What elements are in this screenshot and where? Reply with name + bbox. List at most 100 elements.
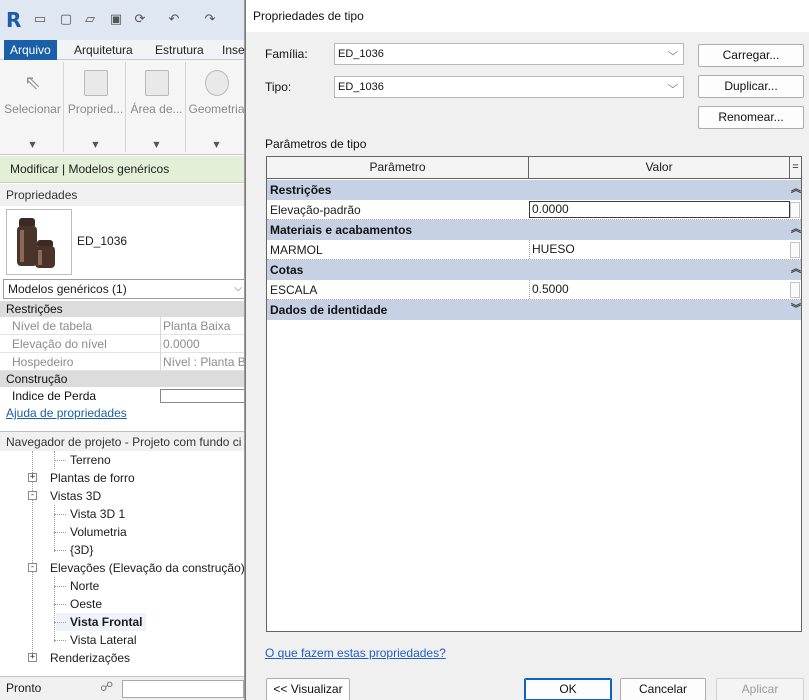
tab-arquivo[interactable]: Arquivo xyxy=(4,40,57,60)
geometry-icon xyxy=(204,70,229,96)
instance-filter-dropdown[interactable]: Modelos genéricos (1) ⌵ xyxy=(3,279,244,299)
duplicate-button[interactable]: Duplicar... xyxy=(698,75,804,98)
tree-item[interactable]: Norte xyxy=(54,577,99,595)
tree-item[interactable]: Volumetria xyxy=(54,523,127,541)
type-name: ED_1036 xyxy=(77,234,128,248)
formula-button[interactable] xyxy=(790,242,800,258)
redo-icon[interactable]: ↷ xyxy=(202,12,218,28)
rename-button[interactable]: Renomear... xyxy=(698,106,804,129)
parameter-name: Elevação-padrão xyxy=(270,203,361,217)
undo-icon[interactable]: ↶ xyxy=(166,12,182,28)
collapse-icon[interactable]: - xyxy=(28,563,37,572)
type-label: Tipo: xyxy=(265,80,292,94)
ok-button[interactable]: OK xyxy=(524,678,612,700)
category-restricoes[interactable]: Restrições xyxy=(0,301,244,317)
parameter-value-input[interactable]: 0.0000 xyxy=(529,201,790,218)
tree-item[interactable]: Vista 3D 1 xyxy=(54,505,125,523)
cancel-button[interactable]: Cancelar xyxy=(620,678,706,700)
revit-logo[interactable]: R xyxy=(6,9,21,31)
tree-item-selected[interactable]: Vista Frontal xyxy=(54,613,147,631)
property-row: Elevação do nível 0.0000 xyxy=(0,335,244,353)
type-dropdown[interactable]: ED_1036 ⌵ xyxy=(334,76,684,98)
context-bar: Modificar | Modelos genéricos xyxy=(0,156,244,183)
dialog-titlebar[interactable]: Propriedades de tipo xyxy=(246,0,809,32)
property-row[interactable]: Indice de Perda xyxy=(0,387,244,403)
chevron-down-icon: ▼ xyxy=(213,140,220,149)
formula-button[interactable] xyxy=(790,202,800,218)
tree-item[interactable]: {3D} xyxy=(54,541,93,559)
parameter-row: ESCALA 0.5000 xyxy=(267,280,801,300)
column-header-value[interactable]: Valor xyxy=(529,157,790,179)
tree-item[interactable]: - Elevações (Elevação da construção) xyxy=(27,559,244,577)
category-dados-identidade[interactable]: Dados de identidade ︾ xyxy=(267,300,801,320)
select-button[interactable]: ⇖ Selecionar ▼ xyxy=(2,62,64,152)
properties-icon xyxy=(83,70,108,96)
quick-access-toolbar: R ▭ ▢ ▱ ▣ ⟳ ↶ ↷ xyxy=(0,0,244,40)
type-properties-dialog: Propriedades de tipo Família: ED_1036 ⌵ … xyxy=(245,0,809,700)
what-do-these-properties-do-link[interactable]: O que fazem estas propriedades? xyxy=(265,646,446,660)
sync-icon[interactable]: ⟳ xyxy=(132,12,148,28)
tree-item[interactable]: Terreno xyxy=(54,451,111,469)
expand-icon[interactable]: + xyxy=(28,473,37,482)
type-selector[interactable]: ED_1036 xyxy=(0,206,244,278)
family-thumbnail xyxy=(6,209,72,275)
family-dropdown[interactable]: ED_1036 ⌵ xyxy=(334,43,684,65)
status-text: Pronto xyxy=(6,681,42,695)
tree-connector xyxy=(54,505,55,552)
collapse-icon[interactable]: ︽ xyxy=(791,180,801,200)
tree-item[interactable]: + Plantas de forro xyxy=(27,469,135,487)
category-materiais[interactable]: Materiais e acabamentos ︽ xyxy=(267,220,801,240)
collapse-icon[interactable]: ︽ xyxy=(791,260,801,280)
tab-arquitetura[interactable]: Arquitetura xyxy=(68,40,139,60)
tree-item[interactable]: Vista Lateral xyxy=(54,631,137,649)
load-button[interactable]: Carregar... xyxy=(698,44,804,67)
ribbon-panel: ⇖ Selecionar ▼ Propried... ▼ Área de... … xyxy=(0,60,244,155)
clipboard-button[interactable]: Área de... ▼ xyxy=(128,62,186,152)
properties-button[interactable]: Propried... ▼ xyxy=(66,62,126,152)
geometry-button[interactable]: Geometria ▼ xyxy=(188,62,244,152)
tree-item[interactable]: Oeste xyxy=(54,595,102,613)
parameter-row: Elevação-padrão 0.0000 xyxy=(267,200,801,220)
expand-icon[interactable]: + xyxy=(28,653,37,662)
property-value-field[interactable] xyxy=(160,389,244,403)
folder-icon[interactable]: ▱ xyxy=(82,12,98,28)
category-construcao[interactable]: Construção xyxy=(0,371,244,387)
open-icon[interactable]: ▭ xyxy=(32,12,48,28)
save-icon[interactable]: ▣ xyxy=(108,12,124,28)
chevron-down-icon: ▼ xyxy=(29,140,36,149)
tab-estrutura[interactable]: Estrutura xyxy=(149,40,210,60)
project-browser-tree: Terreno + Plantas de forro - Vistas 3D V… xyxy=(0,451,244,676)
type-parameters-grid: Parâmetro Valor = Restrições ︽ Elevação-… xyxy=(266,156,802,632)
parameter-name: MARMOL xyxy=(270,243,323,257)
category-cotas[interactable]: Cotas ︽ xyxy=(267,260,801,280)
tree-item[interactable]: + Renderizações xyxy=(27,649,130,667)
parameter-name: ESCALA xyxy=(270,283,318,297)
collapse-icon[interactable]: - xyxy=(28,491,37,500)
tree-item[interactable]: - Vistas 3D xyxy=(27,487,101,505)
parameter-value[interactable]: 0.5000 xyxy=(529,280,790,299)
status-input[interactable] xyxy=(122,680,244,698)
preview-button[interactable]: << Visualizar xyxy=(266,678,350,700)
property-row: Nível de tabela Planta Baixa xyxy=(0,317,244,335)
status-bar: Pronto ☍ xyxy=(0,676,244,700)
tab-inserir[interactable]: Inse xyxy=(216,40,244,60)
apply-button[interactable]: Aplicar xyxy=(716,678,804,700)
column-header-parameter[interactable]: Parâmetro xyxy=(267,157,529,179)
collapse-icon[interactable]: ︽ xyxy=(791,220,801,240)
chevron-down-icon: ⌵ xyxy=(234,283,242,294)
dialog-title: Propriedades de tipo xyxy=(253,9,364,23)
properties-palette-title: Propriedades xyxy=(0,184,244,206)
parameter-value[interactable]: HUESO xyxy=(529,240,790,259)
network-icon[interactable]: ☍ xyxy=(100,680,118,698)
type-parameters-label: Parâmetros de tipo xyxy=(265,137,367,151)
chevron-down-icon: ⌵ xyxy=(667,80,679,91)
property-row: Hospedeiro Nível : Planta Ba xyxy=(0,353,244,371)
formula-button[interactable] xyxy=(790,282,800,298)
new-icon[interactable]: ▢ xyxy=(58,12,74,28)
category-restricoes[interactable]: Restrições ︽ xyxy=(267,180,801,200)
family-label: Família: xyxy=(265,47,308,61)
properties-help-link[interactable]: Ajuda de propriedades xyxy=(6,406,127,420)
expand-icon[interactable]: ︾ xyxy=(791,300,801,320)
parameter-row: MARMOL HUESO xyxy=(267,240,801,260)
column-header-formula[interactable]: = xyxy=(790,157,801,179)
